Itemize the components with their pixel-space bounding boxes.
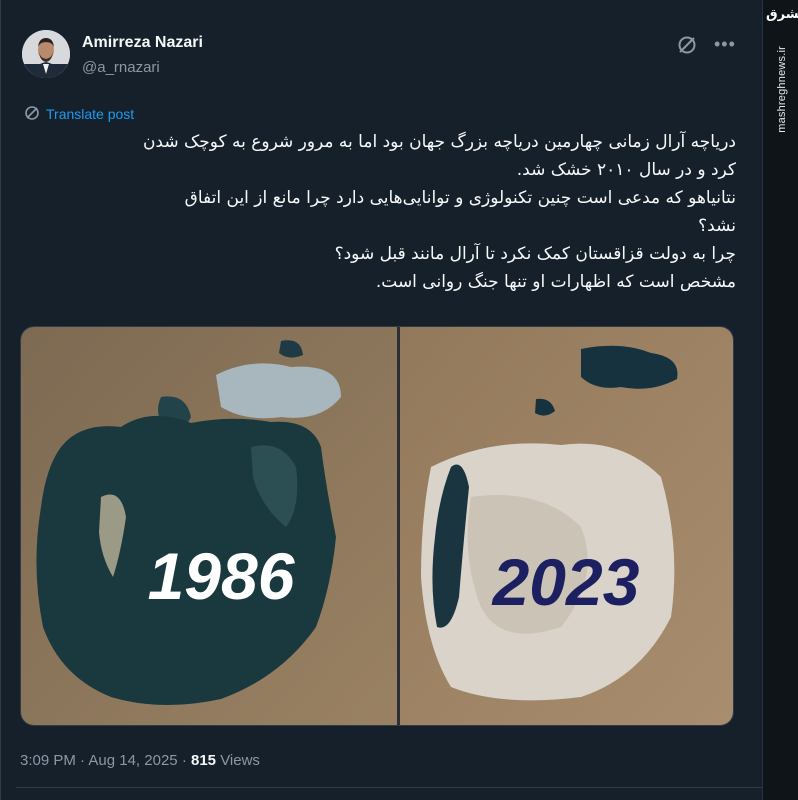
post-line: نتانیاهو که مدعی است چنین تکنولوژی و توا…: [184, 188, 736, 208]
post-line: کرد و در سال ۲۰۱۰ خشک شد.: [516, 160, 736, 180]
meta-separator: ·: [181, 752, 187, 769]
year-label-1986: 1986: [148, 539, 296, 613]
translate-post-link[interactable]: Translate post: [24, 104, 134, 124]
translate-icon: [24, 105, 40, 124]
year-label-2023: 2023: [491, 545, 640, 619]
panel-2023: 2023: [400, 327, 733, 725]
more-icon[interactable]: •••: [714, 35, 736, 53]
post-date[interactable]: Aug 14, 2025: [88, 752, 177, 769]
meta-separator: ·: [80, 752, 86, 769]
post-line: نشد؟: [698, 216, 736, 236]
tweet-header: Amirreza Nazari @a_rnazari •••: [16, 22, 746, 82]
post-line: دریاچه آرال زمانی چهارمین دریاچه بزرگ جه…: [142, 132, 736, 152]
panel-divider: [397, 327, 400, 725]
watermark-site-text: mashreghnews.ir: [776, 46, 788, 133]
views-label: Views: [220, 752, 260, 769]
watermark-strip: مشرق mashreghnews.ir: [762, 0, 798, 800]
post-time[interactable]: 3:09 PM: [20, 752, 76, 769]
post-text: دریاچه آرال زمانی چهارمین دریاچه بزرگ جه…: [24, 128, 736, 296]
left-border: [0, 0, 1, 800]
divider: [16, 787, 762, 788]
author-handle[interactable]: @a_rnazari: [82, 59, 160, 76]
avatar[interactable]: [22, 30, 70, 78]
grok-icon[interactable]: [676, 34, 698, 56]
panel-1986: 1986: [21, 327, 397, 725]
mashregh-logo: مشرق: [766, 7, 798, 22]
translate-label: Translate post: [46, 106, 135, 122]
author-name[interactable]: Amirreza Nazari: [82, 34, 203, 52]
post-image[interactable]: 1986 2023: [20, 326, 734, 726]
post-line: مشخص است که اظهارات او تنها جنگ روانی اس…: [375, 272, 736, 292]
tweet: Amirreza Nazari @a_rnazari ••• Translate…: [16, 22, 762, 788]
views-count: 815: [190, 752, 217, 769]
post-line: چرا به دولت قزاقستان کمک نکرد تا آرال ما…: [334, 244, 736, 264]
post-meta: 3:09 PM · Aug 14, 2025 · 815 Views: [20, 752, 260, 769]
